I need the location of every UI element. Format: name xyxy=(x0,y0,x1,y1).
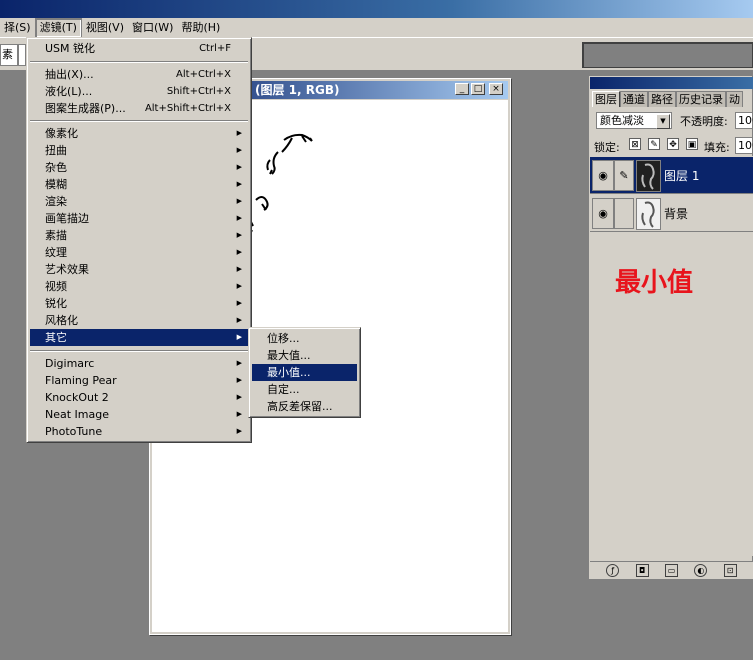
brush-slot[interactable] xyxy=(614,198,634,229)
blend-mode-select[interactable]: 颜色减淡 ▼ xyxy=(596,112,672,129)
annotation-label: 最小值 xyxy=(615,268,694,298)
new-layer-icon[interactable]: ⊡ xyxy=(723,564,737,577)
layer-thumbnail-image xyxy=(641,163,655,190)
menu-item-liquify[interactable]: 液化(L)... Shift+Ctrl+X xyxy=(30,83,248,100)
menu-bar: 择(S) 滤镜(T) 视图(V) 窗口(W) 帮助(H) xyxy=(0,17,753,38)
menu-separator xyxy=(30,120,248,122)
app-title-bar xyxy=(0,0,753,18)
menu-item-video[interactable]: 视频 ▶ xyxy=(30,278,248,295)
menu-item-other[interactable]: 其它 ▶ xyxy=(30,329,248,346)
palette-well[interactable] xyxy=(582,42,753,68)
menu-item-noise[interactable]: 杂色 ▶ xyxy=(30,159,248,176)
menu-item-knockout[interactable]: KnockOut 2 ▶ xyxy=(30,389,248,406)
menu-filter[interactable]: 滤镜(T) xyxy=(34,17,82,38)
submenu-item-offset[interactable]: 位移... xyxy=(252,330,357,347)
tab-actions[interactable]: 动 xyxy=(726,91,743,107)
menu-item-extract[interactable]: 抽出(X)... Alt+Ctrl+X xyxy=(30,66,248,83)
submenu-item-high-pass[interactable]: 高反差保留... xyxy=(252,398,357,415)
layer-mask-icon[interactable]: ◘ xyxy=(635,564,649,577)
tab-layers[interactable]: 图层 xyxy=(592,91,620,107)
menu-separator xyxy=(30,350,248,352)
filter-menu: USM 锐化 Ctrl+F 抽出(X)... Alt+Ctrl+X 液化(L).… xyxy=(26,37,252,443)
other-submenu: 位移... 最大值... 最小值... 自定... 高反差保留... xyxy=(248,327,361,418)
layer-thumbnail xyxy=(636,198,661,230)
layer-style-icon[interactable]: ƒ xyxy=(606,564,620,577)
menu-view[interactable]: 视图(V) xyxy=(82,19,128,37)
submenu-item-maximum[interactable]: 最大值... xyxy=(252,347,357,364)
menu-item-stylize[interactable]: 风格化 ▶ xyxy=(30,312,248,329)
maximize-button[interactable]: □ xyxy=(471,83,485,95)
layer-thumbnail xyxy=(636,160,661,192)
layers-panel-footer: ƒ ◘ ▭ ◐ ⊡ xyxy=(590,561,753,579)
menu-item-artistic[interactable]: 艺术效果 ▶ xyxy=(30,261,248,278)
menu-separator xyxy=(30,61,248,63)
close-button[interactable]: × xyxy=(489,83,503,95)
menu-window[interactable]: 窗口(W) xyxy=(128,19,177,37)
options-field-2[interactable] xyxy=(18,44,26,66)
tab-history[interactable]: 历史记录 xyxy=(676,91,726,107)
menu-select[interactable]: 择(S) xyxy=(0,19,35,37)
lock-label: 锁定: xyxy=(594,141,620,154)
chevron-down-icon: ▼ xyxy=(656,114,670,129)
menu-item-digimarc[interactable]: Digimarc ▶ xyxy=(30,355,248,372)
eye-icon[interactable]: ◉ xyxy=(592,160,614,191)
tab-channels[interactable]: 通道 xyxy=(620,91,648,107)
eye-icon[interactable]: ◉ xyxy=(592,198,614,229)
lock-all-icon[interactable]: ▣ xyxy=(686,138,698,150)
document-title: (图层 1, RGB) xyxy=(255,83,340,97)
lock-paint-brush-icon[interactable]: ✎ xyxy=(648,138,660,150)
layer-row[interactable]: ◉ ✎ 图层 1 xyxy=(590,157,753,194)
layers-panel-tabs: 图层 通道 路径 历史记录 动 xyxy=(592,91,753,108)
menu-item-phototune[interactable]: PhotoTune ▶ xyxy=(30,423,248,440)
menu-item-sharpen[interactable]: 锐化 ▶ xyxy=(30,295,248,312)
fill-label: 填充: xyxy=(704,141,730,154)
lock-transparency-icon[interactable]: ⊠ xyxy=(629,138,641,150)
options-field[interactable]: 素 xyxy=(0,44,18,66)
menu-item-usm-sharpen[interactable]: USM 锐化 Ctrl+F xyxy=(30,40,248,57)
opacity-label: 不透明度: xyxy=(680,115,728,128)
submenu-item-minimum[interactable]: 最小值... xyxy=(252,364,357,381)
menu-help[interactable]: 帮助(H) xyxy=(177,19,224,37)
menu-item-texture[interactable]: 纹理 ▶ xyxy=(30,244,248,261)
layers-panel-title-bar[interactable] xyxy=(590,77,753,89)
brush-icon[interactable]: ✎ xyxy=(614,160,634,191)
menu-item-flaming-pear[interactable]: Flaming Pear ▶ xyxy=(30,372,248,389)
adjustment-layer-icon[interactable]: ◐ xyxy=(694,564,708,577)
menu-item-pixelate[interactable]: 像素化 ▶ xyxy=(30,125,248,142)
layer-thumbnail-image xyxy=(641,201,655,228)
opacity-input[interactable]: 100 xyxy=(735,112,753,129)
tab-paths[interactable]: 路径 xyxy=(648,91,676,107)
submenu-item-custom[interactable]: 自定... xyxy=(252,381,357,398)
menu-item-neat-image[interactable]: Neat Image ▶ xyxy=(30,406,248,423)
new-group-icon[interactable]: ▭ xyxy=(664,564,678,577)
fill-input[interactable]: 100 xyxy=(735,137,753,154)
lock-move-icon[interactable]: ✥ xyxy=(667,138,679,150)
blend-mode-value: 颜色减淡 xyxy=(600,114,644,127)
layer-row[interactable]: ◉ 背景 xyxy=(590,195,753,232)
menu-item-pattern-maker[interactable]: 图案生成器(P)... Alt+Shift+Ctrl+X xyxy=(30,100,248,117)
menu-item-render[interactable]: 渲染 ▶ xyxy=(30,193,248,210)
minimize-button[interactable]: _ xyxy=(455,83,469,95)
layer-name: 背景 xyxy=(664,207,689,221)
layer-name: 图层 1 xyxy=(664,169,700,183)
menu-item-blur[interactable]: 模糊 ▶ xyxy=(30,176,248,193)
menu-item-distort[interactable]: 扭曲 ▶ xyxy=(30,142,248,159)
menu-item-sketch[interactable]: 素描 ▶ xyxy=(30,227,248,244)
menu-item-brush-strokes[interactable]: 画笔描边 ▶ xyxy=(30,210,248,227)
